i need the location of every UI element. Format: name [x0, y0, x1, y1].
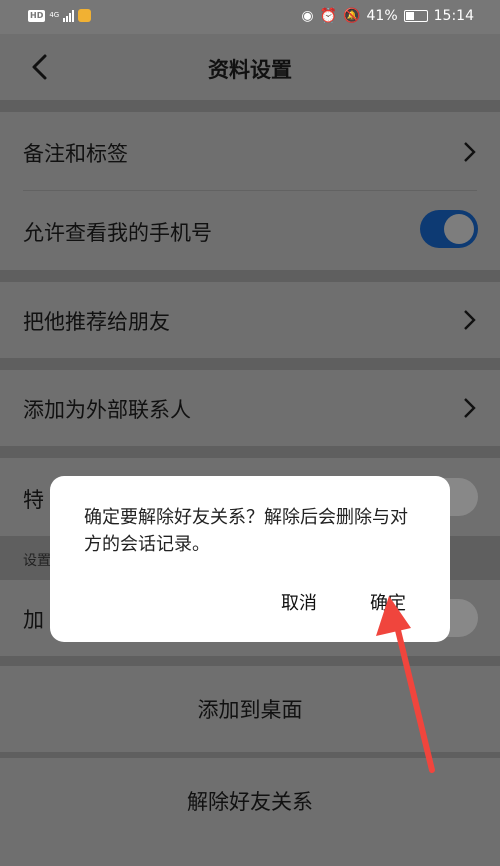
confirm-dialog: 确定要解除好友关系？解除后会删除与对方的会话记录。 取消 确定	[50, 476, 450, 642]
battery-icon	[403, 10, 428, 22]
signal-icon	[63, 9, 75, 22]
dialog-message: 确定要解除好友关系？解除后会删除与对方的会话记录。	[84, 507, 408, 555]
status-right: ◉ ⏰ 🔕 41% 15:14	[301, 8, 474, 24]
mute-icon: 🔕	[343, 8, 361, 24]
app-notification-icon	[78, 9, 92, 22]
battery-percent: 41%	[366, 8, 398, 24]
section-gap	[0, 358, 500, 370]
remark-tags-label: 备注和标签	[23, 142, 128, 166]
add-external-row[interactable]: 添加为外部联系人	[0, 370, 500, 446]
page-title: 资料设置	[208, 58, 292, 82]
network-type: 4G	[49, 11, 60, 19]
chevron-right-icon	[464, 310, 476, 330]
eye-icon: ◉	[301, 8, 314, 24]
add-to-desktop-label: 添加到桌面	[197, 698, 303, 722]
alarm-icon: ⏰	[319, 8, 338, 24]
chevron-right-icon	[464, 142, 476, 162]
allow-phone-label: 允许查看我的手机号	[23, 221, 212, 245]
remove-friend-row[interactable]: 解除好友关系	[0, 758, 500, 866]
remark-tags-row[interactable]: 备注和标签	[0, 112, 500, 190]
section-gap	[0, 446, 500, 458]
add-external-label: 添加为外部联系人	[23, 398, 191, 422]
header: 资料设置	[0, 34, 500, 100]
section-gap	[0, 100, 500, 112]
chevron-right-icon	[464, 398, 476, 418]
section-gap	[0, 656, 500, 666]
remove-friend-label: 解除好友关系	[187, 790, 313, 814]
status-bar: HD 4G ◉ ⏰ 🔕 41% 15:14	[0, 0, 500, 34]
section-gap	[0, 270, 500, 282]
recommend-row[interactable]: 把他推荐给朋友	[0, 282, 500, 358]
clock: 15:14	[433, 8, 474, 24]
add-label: 加	[23, 608, 44, 632]
allow-phone-row: 允许查看我的手机号	[0, 191, 500, 270]
recommend-label: 把他推荐给朋友	[23, 310, 170, 334]
settings-note: 设置	[23, 553, 51, 569]
toggle-knob	[444, 214, 474, 244]
status-left: HD 4G	[28, 9, 92, 22]
special-label: 特	[23, 488, 44, 512]
confirm-button[interactable]: 确定	[370, 589, 406, 615]
add-to-desktop-row[interactable]: 添加到桌面	[0, 666, 500, 752]
allow-phone-toggle[interactable]	[420, 210, 478, 248]
cancel-button[interactable]: 取消	[281, 589, 317, 615]
hd-badge: HD	[28, 9, 46, 22]
